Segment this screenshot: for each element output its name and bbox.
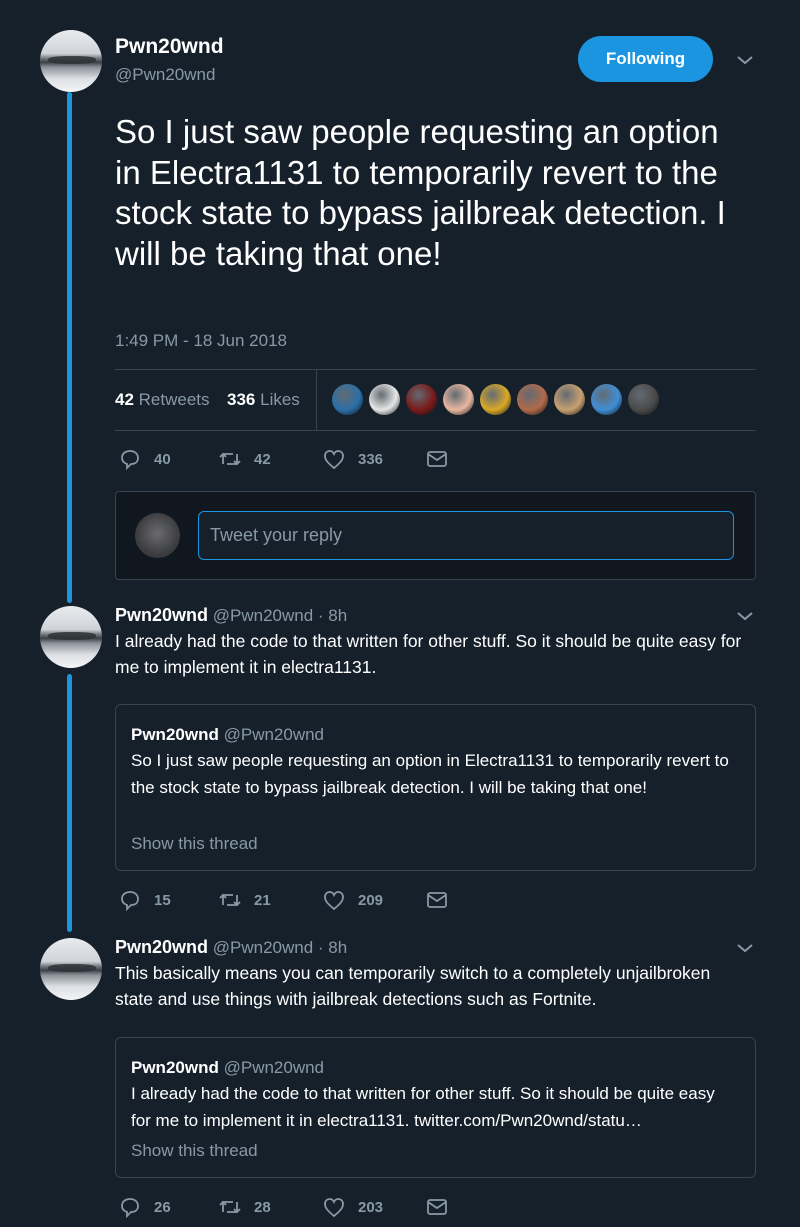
liker-avatar[interactable] <box>628 384 659 415</box>
retweet-icon <box>219 1200 241 1214</box>
like-icon <box>324 1198 344 1218</box>
quoted-author-handle: @Pwn20wnd <box>223 1058 325 1077</box>
tweet-text: This basically means you can temporarily… <box>115 963 711 1009</box>
main-tweet-actions: 40 42 336 <box>115 448 475 472</box>
tweet-text: I already had the code to that written f… <box>115 631 742 677</box>
author-avatar[interactable] <box>40 606 102 668</box>
message-action[interactable] <box>425 889 449 911</box>
quoted-tweet-text: So I just saw people requesting an optio… <box>131 751 729 797</box>
author-handle[interactable]: @Pwn20wnd <box>213 938 313 957</box>
chevron-down-icon[interactable] <box>736 54 754 66</box>
liker-avatar[interactable] <box>517 384 548 415</box>
reply-count: 26 <box>154 1198 171 1216</box>
tweet-actions: 26 28 203 <box>115 1196 475 1220</box>
liker-avatar[interactable] <box>369 384 400 415</box>
like-action[interactable]: 336 <box>322 448 383 470</box>
reply-count: 15 <box>154 891 171 909</box>
liker-avatar[interactable] <box>443 384 474 415</box>
reply-icon <box>121 1198 139 1218</box>
quoted-author-name: Pwn20wnd <box>131 1058 219 1077</box>
tweet-header: Pwn20wnd @Pwn20wnd · 8h <box>115 605 347 626</box>
author-handle[interactable]: @Pwn20wnd <box>115 65 215 85</box>
thread-connector-line <box>67 674 72 932</box>
tweet-timestamp[interactable]: 1:49 PM - 18 Jun 2018 <box>115 331 287 351</box>
author-handle[interactable]: @Pwn20wnd <box>213 606 313 625</box>
quoted-tweet-header: Pwn20wnd @Pwn20wnd <box>131 1058 324 1078</box>
quoted-author-name: Pwn20wnd <box>131 725 219 744</box>
author-name[interactable]: Pwn20wnd <box>115 605 208 625</box>
retweet-count: 21 <box>254 891 271 909</box>
reply-icon <box>121 891 139 911</box>
like-action[interactable]: 203 <box>322 1196 383 1218</box>
reply-action[interactable]: 15 <box>118 889 171 911</box>
retweet-icon <box>219 893 241 907</box>
tweet-header: Pwn20wnd @Pwn20wnd · 8h <box>115 937 347 958</box>
message-action[interactable] <box>425 1196 449 1218</box>
reply-count: 40 <box>154 450 171 468</box>
thread-connector-line <box>67 92 72 603</box>
liker-avatar[interactable] <box>554 384 585 415</box>
tweet-text: So I just saw people requesting an optio… <box>115 113 726 272</box>
like-action[interactable]: 209 <box>322 889 383 911</box>
author-avatar[interactable] <box>40 30 102 92</box>
retweet-icon <box>219 452 241 466</box>
reply-input[interactable] <box>198 511 734 560</box>
like-count: 209 <box>358 891 384 909</box>
liker-avatar[interactable] <box>591 384 622 415</box>
liker-avatar[interactable] <box>480 384 511 415</box>
like-icon <box>324 891 344 911</box>
liker-avatar[interactable] <box>332 384 363 415</box>
show-thread-link[interactable]: Show this thread <box>131 834 258 854</box>
message-action[interactable] <box>425 448 449 470</box>
reply-action[interactable]: 26 <box>118 1196 171 1218</box>
reply-composer <box>115 491 756 580</box>
likes-stat[interactable]: 336 Likes <box>227 390 300 410</box>
like-count: 336 <box>358 450 384 468</box>
author-name[interactable]: Pwn20wnd <box>115 937 208 957</box>
tweet-time[interactable]: · 8h <box>318 938 347 957</box>
show-thread-link[interactable]: Show this thread <box>131 1141 258 1161</box>
quoted-tweet-header: Pwn20wnd @Pwn20wnd <box>131 725 324 745</box>
reply-action[interactable]: 40 <box>118 448 171 470</box>
like-icon <box>324 450 344 470</box>
quoted-tweet[interactable]: Pwn20wnd @Pwn20wnd I already had the cod… <box>115 1037 756 1178</box>
retweet-count: 28 <box>254 1198 271 1216</box>
message-icon <box>427 892 447 908</box>
message-icon <box>427 1199 447 1215</box>
retweet-action[interactable]: 42 <box>218 448 271 470</box>
tweet-time[interactable]: · 8h <box>318 606 347 625</box>
author-avatar[interactable] <box>40 938 102 1000</box>
current-user-avatar <box>135 513 180 558</box>
retweet-count: 42 <box>254 450 271 468</box>
message-icon <box>427 451 447 467</box>
tweet-actions: 15 21 209 <box>115 889 475 913</box>
retweets-stat[interactable]: 42 Retweets <box>115 390 210 410</box>
following-button[interactable]: Following <box>578 36 713 82</box>
like-count: 203 <box>358 1198 384 1216</box>
quoted-tweet[interactable]: Pwn20wnd @Pwn20wnd So I just saw people … <box>115 704 756 871</box>
quoted-author-handle: @Pwn20wnd <box>223 725 325 744</box>
stats-divider <box>316 370 317 430</box>
chevron-down-icon[interactable] <box>736 610 754 622</box>
retweet-action[interactable]: 28 <box>218 1196 271 1218</box>
reply-icon <box>121 450 139 470</box>
chevron-down-icon[interactable] <box>736 942 754 954</box>
engagement-stats: 42 Retweets 336 Likes <box>115 369 756 431</box>
retweet-action[interactable]: 21 <box>218 889 271 911</box>
liker-avatar[interactable] <box>406 384 437 415</box>
author-name[interactable]: Pwn20wnd <box>115 35 224 59</box>
quoted-tweet-text: I already had the code to that written f… <box>131 1084 715 1130</box>
